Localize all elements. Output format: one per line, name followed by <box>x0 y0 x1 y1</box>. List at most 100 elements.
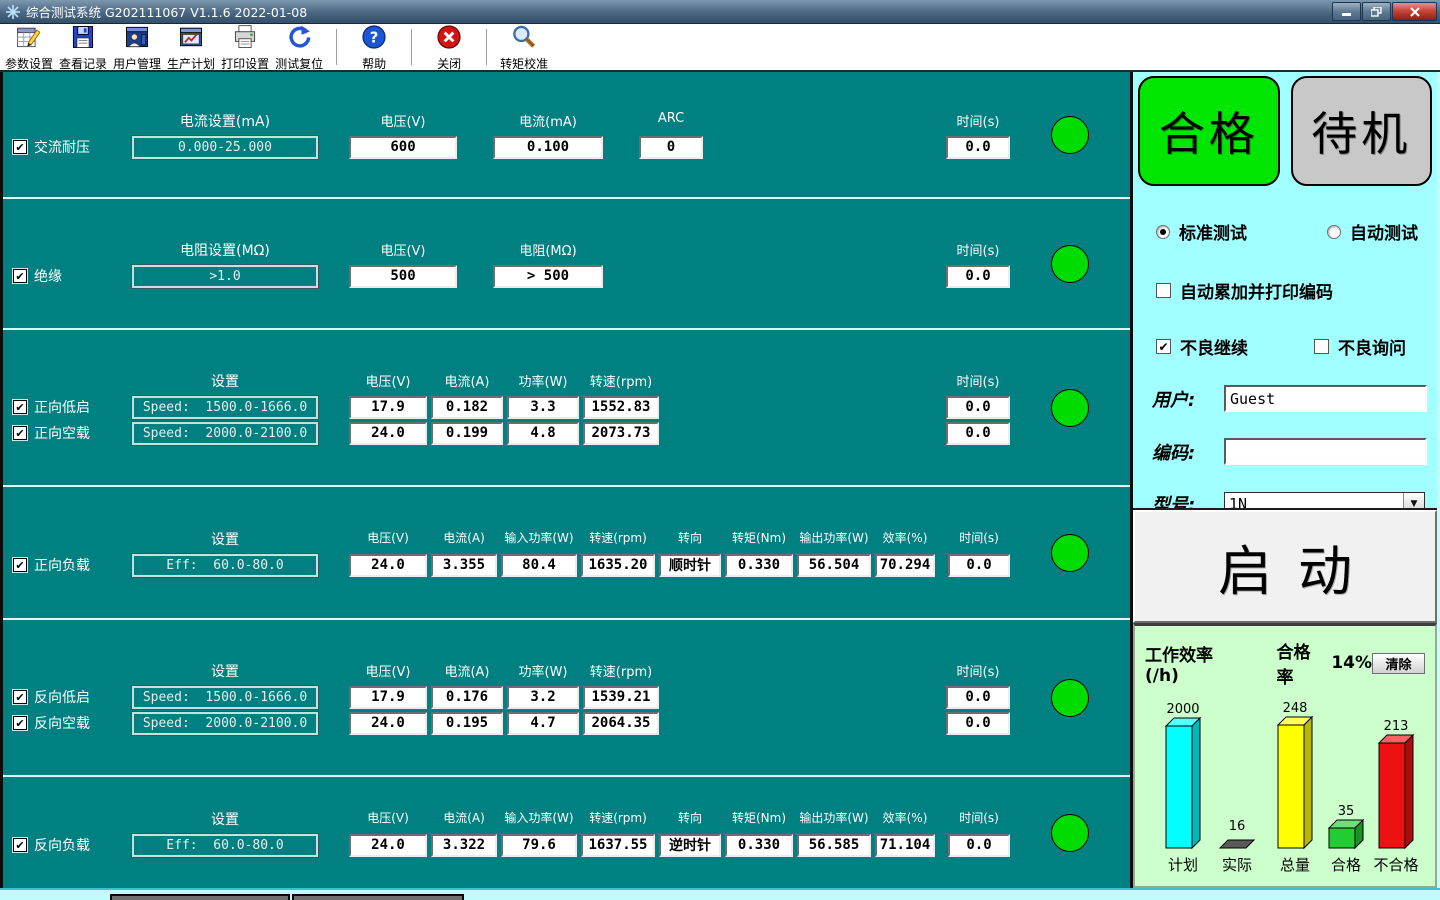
checkbox-icon[interactable] <box>1156 283 1171 298</box>
column-1: 电流(A)0.1760.195 <box>431 661 503 735</box>
radio-auto-test[interactable]: 自动测试 <box>1327 219 1418 244</box>
radio-standard-test[interactable]: 标准测试 <box>1156 219 1247 244</box>
section-ac-withstand: 交流耐压电流设置(mA)0.000-25.000电压(V)600电流(mA)0.… <box>3 72 1130 197</box>
toolbar-button-print-settings[interactable]: 打印设置 <box>218 24 272 70</box>
settings-stack: Eff: 60.0-80.0 <box>132 834 318 857</box>
value-stack: 79.6 <box>501 834 577 857</box>
param-settings-icon <box>15 23 43 54</box>
value-box: 3.3 <box>507 396 579 419</box>
column-header: 转向 <box>678 529 702 548</box>
checkbox-row-forward-lowstart-noload-1[interactable]: 正向空载 <box>13 422 131 444</box>
minimize-button[interactable] <box>1332 2 1361 21</box>
bar-category-label: 不合格 <box>1373 856 1418 874</box>
settings-box: 0.000-25.000 <box>132 136 318 159</box>
checkbox-icon[interactable] <box>13 400 27 414</box>
user-input[interactable] <box>1224 385 1427 412</box>
checkbox-row-insulation-0[interactable]: 绝缘 <box>13 265 131 287</box>
checkbox-icon[interactable] <box>13 140 27 154</box>
toolbar-button-user-management[interactable]: 用户管理 <box>110 24 164 70</box>
checkbox-row-reverse-lowstart-noload-1[interactable]: 反向空载 <box>13 712 131 734</box>
value-stack: 0.0 <box>948 834 1010 857</box>
column-0: 电压(V)17.924.0 <box>349 661 427 735</box>
bar-chart-svg: 2000计划16实际248总量35合格213不合格 <box>1141 696 1429 882</box>
section-checkbox-label: 交流耐压 <box>34 137 90 157</box>
test-sections-area: 交流耐压电流设置(mA)0.000-25.000电压(V)600电流(mA)0.… <box>0 72 1130 888</box>
column-header: 效率(%) <box>883 529 928 548</box>
checkbox-ng-continue[interactable]: 不良继续 <box>1156 334 1248 359</box>
checkbox-icon[interactable] <box>13 716 27 730</box>
toolbar-button-torque-cal[interactable]: 转矩校准 <box>497 24 551 70</box>
checkbox-icon[interactable] <box>13 690 27 704</box>
clear-button[interactable]: 清除 <box>1372 653 1425 674</box>
checkbox-icon[interactable] <box>13 838 27 852</box>
checkbox-row-forward-load-0[interactable]: 正向负载 <box>13 554 131 576</box>
bar-不合格: 213不合格 <box>1373 719 1418 874</box>
measurement-columns: 电压(V)24.0电流(A)3.322输入功率(W)79.6转速(rpm)163… <box>349 809 1010 857</box>
toolbar-button-label: 关闭 <box>437 55 461 72</box>
settings-header: 设置 <box>211 529 239 548</box>
checkbox-row-reverse-load-0[interactable]: 反向负载 <box>13 834 131 856</box>
column-header: 电流(A) <box>443 809 485 828</box>
value-box: 56.504 <box>797 554 871 577</box>
value-box: 0.195 <box>431 712 503 735</box>
checkbox-icon[interactable] <box>13 426 27 440</box>
checkbox-icon[interactable] <box>13 558 27 572</box>
radio-icon[interactable] <box>1327 225 1341 239</box>
checkbox-row-reverse-lowstart-noload-0[interactable]: 反向低启 <box>13 686 131 708</box>
column-7: 效率(%)70.294 <box>875 529 935 577</box>
checkbox-zone: 绝缘 <box>3 240 131 287</box>
checkbox-row-forward-lowstart-noload-0[interactable]: 正向低启 <box>13 396 131 418</box>
value-stack: 0.0 <box>948 554 1010 577</box>
value-stack: 500 <box>349 265 457 288</box>
toolbar-button-help[interactable]: ?帮助 <box>347 24 401 70</box>
start-button[interactable]: 启动 <box>1133 510 1437 623</box>
value-box: 顺时针 <box>659 554 721 577</box>
checkbox-row-ac-withstand-0[interactable]: 交流耐压 <box>13 136 131 158</box>
toolbar-button-param-settings[interactable]: 参数设置 <box>2 24 56 70</box>
toolbar-button-test-reset[interactable]: 测试复位 <box>272 24 326 70</box>
column-header: ARC <box>658 111 684 130</box>
value-stack: 0.100 <box>493 136 603 159</box>
view-records-icon <box>69 23 97 54</box>
user-label: 用户: <box>1152 386 1224 412</box>
column-header: 电流(A) <box>443 529 485 548</box>
print-settings-icon <box>231 23 259 54</box>
standby-status-indicator: 待机 <box>1291 76 1433 186</box>
value-box: 0.100 <box>493 136 603 159</box>
toolbar-button-close-app[interactable]: 关闭 <box>422 24 476 70</box>
maximize-button[interactable] <box>1362 2 1391 21</box>
help-icon: ? <box>360 23 388 54</box>
status-lamp <box>1051 534 1089 572</box>
value-box: 0 <box>639 136 703 159</box>
code-label: 编码: <box>1152 439 1224 465</box>
checkbox-icon[interactable] <box>1314 339 1329 354</box>
value-stack: 71.104 <box>875 834 935 857</box>
content: 交流耐压电流设置(mA)0.000-25.000电压(V)600电流(mA)0.… <box>0 72 1440 888</box>
column-time: 时间(s)0.00.0 <box>946 371 1010 445</box>
toolbar-button-production-plan[interactable]: 生产计划 <box>164 24 218 70</box>
value-box: 0.0 <box>946 686 1010 709</box>
toolbar-button-label: 转矩校准 <box>500 55 548 72</box>
checkbox-ng-ask[interactable]: 不良询问 <box>1314 334 1406 359</box>
checkbox-icon[interactable] <box>13 269 27 283</box>
column-header: 电流(mA) <box>519 111 577 130</box>
value-box: 4.8 <box>507 422 579 445</box>
bar-合格: 35合格 <box>1329 804 1363 874</box>
column-header: 转矩(Nm) <box>732 809 786 828</box>
radio-icon[interactable] <box>1156 225 1170 239</box>
status-lamp-zone <box>1010 245 1130 283</box>
column-header: 输入功率(W) <box>504 529 573 548</box>
column-1: 电流(A)3.322 <box>431 809 497 857</box>
checkbox-icon[interactable] <box>1156 339 1171 354</box>
toolbar-separator <box>336 29 337 65</box>
toolbar-button-view-records[interactable]: 查看记录 <box>56 24 110 70</box>
toolbar-separator <box>411 29 412 65</box>
close-button[interactable] <box>1392 2 1437 21</box>
value-stack: 0.0 <box>946 265 1010 288</box>
settings-header: 设置 <box>211 809 239 828</box>
code-input[interactable] <box>1224 438 1427 465</box>
column-header: 转矩(Nm) <box>732 529 786 548</box>
checkbox-auto-print[interactable]: 自动累加并打印编码 <box>1138 278 1432 303</box>
status-lamp-zone <box>1010 534 1130 572</box>
production-bar-chart: 2000计划16实际248总量35合格213不合格 <box>1141 696 1429 886</box>
